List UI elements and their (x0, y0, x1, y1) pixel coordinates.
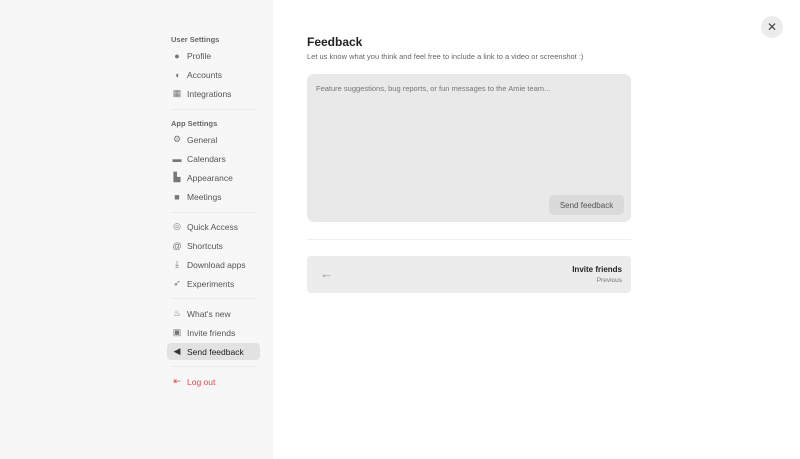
close-button[interactable]: ✕ (761, 16, 783, 38)
target-icon: ◎ (173, 221, 181, 231)
previous-page-link[interactable]: ← Invite friends Previous (307, 256, 631, 293)
sidebar-item-profile[interactable]: ● Profile (167, 47, 260, 64)
arrow-left-icon: ← (320, 266, 333, 281)
sidebar-item-accounts[interactable]: ◖ Accounts (167, 66, 260, 83)
label: Invite friends (187, 327, 236, 338)
label: General (187, 134, 218, 145)
label: Experiments (187, 278, 235, 289)
sidebar-item-general[interactable]: ⚙ General (167, 131, 260, 148)
sidebar-item-shortcuts[interactable]: @ Shortcuts (167, 237, 260, 254)
sidebar-item-meetings[interactable]: ■ Meetings (167, 188, 260, 205)
gift-icon: ▣ (172, 327, 182, 337)
megaphone-icon: ◀ (173, 346, 181, 356)
label: Quick Access (187, 221, 239, 232)
section-user-settings: User Settings (171, 35, 220, 44)
label: Calendars (187, 153, 226, 164)
divider (171, 109, 256, 110)
sidebar-item-send-feedback[interactable]: ◀ Send feedback (167, 343, 260, 360)
logout-icon: ⇤ (173, 376, 181, 386)
label: Meetings (187, 191, 222, 202)
download-icon: ⤓ (175, 259, 179, 269)
previous-title: Invite friends (572, 265, 622, 274)
label: Log out (187, 376, 216, 387)
flame-icon: ♨ (172, 308, 182, 318)
divider (307, 239, 631, 240)
toggle-icon: ◖ (174, 69, 180, 80)
label: Send feedback (187, 346, 244, 357)
gear-icon: ⚙ (172, 134, 182, 144)
previous-label: Previous (596, 277, 622, 284)
grid-icon: ▦ (172, 88, 182, 98)
label: What's new (187, 308, 231, 319)
sidebar-item-calendars[interactable]: ▬ Calendars (167, 150, 260, 167)
label: Integrations (187, 88, 232, 99)
settings-sidebar: User Settings ● Profile ◖ Accounts ▦ Integr… (0, 0, 273, 459)
label: Shortcuts (187, 240, 223, 251)
at-icon: @ (172, 240, 182, 251)
video-icon: ■ (174, 191, 180, 202)
page-title: Feedback (307, 35, 363, 49)
sidebar-item-experiments[interactable]: ➶ Experiments (167, 275, 260, 292)
sidebar-item-download-apps[interactable]: ⤓ Download apps (167, 256, 260, 273)
calendar-icon: ▬ (172, 153, 182, 164)
label: Appearance (187, 172, 233, 183)
section-app-settings: App Settings (171, 119, 218, 128)
sidebar-item-whats-new[interactable]: ♨ What's new (167, 305, 260, 322)
divider (171, 298, 256, 299)
sidebar-item-appearance[interactable]: ▙ Appearance (167, 169, 260, 186)
sidebar-item-quick-access[interactable]: ◎ Quick Access (167, 218, 260, 235)
divider (171, 366, 256, 367)
palette-icon: ▙ (173, 172, 181, 182)
user-circle-icon: ● (174, 50, 180, 61)
divider (171, 212, 256, 213)
logout-button[interactable]: ⇤ Log out (167, 373, 260, 390)
page-subtitle: Let us know what you think and feel free… (307, 52, 584, 61)
sidebar-item-invite-friends[interactable]: ▣ Invite friends (167, 324, 260, 341)
label: Profile (187, 50, 212, 61)
send-feedback-button[interactable]: Send feedback (549, 195, 624, 215)
rocket-icon: ➶ (173, 278, 181, 288)
sidebar-item-integrations[interactable]: ▦ Integrations (167, 85, 260, 102)
label: Download apps (187, 259, 246, 270)
label: Accounts (187, 69, 222, 80)
close-icon: ✕ (766, 20, 778, 34)
